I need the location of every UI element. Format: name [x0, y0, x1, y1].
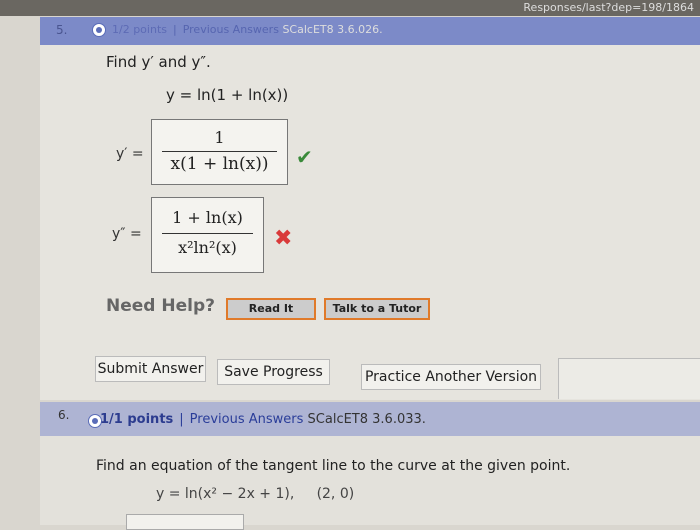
- question-number: 5.: [56, 23, 68, 37]
- problem-code: SCalcET8 3.6.033.: [307, 412, 426, 427]
- talk-to-tutor-button[interactable]: Talk to a Tutor: [324, 298, 430, 320]
- fraction-bar: [162, 233, 253, 234]
- question-5-header: 5. 1/2 points | Previous Answers SCalcET8 …: [40, 17, 700, 45]
- read-it-button[interactable]: Read It: [226, 298, 316, 320]
- previous-answers-link[interactable]: Previous Answers: [183, 23, 279, 36]
- question-5-panel: [40, 45, 700, 400]
- ydoubleprime-denominator: x²ln²(x): [178, 238, 237, 257]
- question-equation: y = ln(1 + ln(x)): [166, 86, 289, 104]
- answer-input-box[interactable]: [126, 514, 244, 530]
- question-equation: y = ln(x² − 2x + 1), (2, 0): [156, 486, 355, 502]
- separator: |: [172, 23, 177, 36]
- incorrect-x-icon: ✖: [274, 226, 293, 251]
- question-meta: 1/1 points | Previous Answers SCalcET8 3.6…: [100, 412, 426, 427]
- question-6-header: 6. 1/1 points | Previous Answers SCalcET8 …: [40, 402, 700, 436]
- separator: |: [179, 412, 184, 427]
- previous-answers-link[interactable]: Previous Answers: [190, 412, 304, 427]
- need-help-label: Need Help?: [106, 296, 215, 316]
- expand-icon[interactable]: [92, 23, 106, 37]
- yprime-label: y′ =: [116, 146, 144, 162]
- question-number: 6.: [58, 408, 70, 422]
- ydoubleprime-numerator: 1 + ln(x): [172, 208, 243, 227]
- question-6-panel: [40, 436, 700, 525]
- problem-code: SCalcET8 3.6.026.: [282, 23, 383, 36]
- yprime-denominator: x(1 + ln(x)): [170, 154, 269, 174]
- side-panel-edge: [558, 358, 700, 399]
- points-label: 1/1 points: [100, 412, 174, 427]
- question-prompt: Find y′ and y″.: [106, 53, 211, 71]
- url-text: Responses/last?dep=198/1864: [523, 1, 694, 14]
- practice-another-version-button[interactable]: Practice Another Version: [361, 364, 541, 390]
- correct-check-icon: ✔: [296, 145, 313, 169]
- ydoubleprime-answer-box[interactable]: 1 + ln(x) x²ln²(x): [151, 197, 264, 273]
- save-progress-button[interactable]: Save Progress: [217, 359, 330, 385]
- submit-answer-button[interactable]: Submit Answer: [95, 356, 206, 382]
- question-prompt: Find an equation of the tangent line to …: [96, 458, 571, 474]
- yprime-numerator: 1: [214, 128, 225, 147]
- points-label: 1/2 points: [112, 23, 167, 36]
- fraction-bar: [162, 151, 277, 152]
- ydoubleprime-label: y″ =: [112, 226, 142, 242]
- browser-url-bar: Responses/last?dep=198/1864: [0, 0, 700, 16]
- yprime-answer-box[interactable]: 1 x(1 + ln(x)): [151, 119, 288, 185]
- question-meta: 1/2 points | Previous Answers SCalcET8 3.6…: [112, 23, 383, 36]
